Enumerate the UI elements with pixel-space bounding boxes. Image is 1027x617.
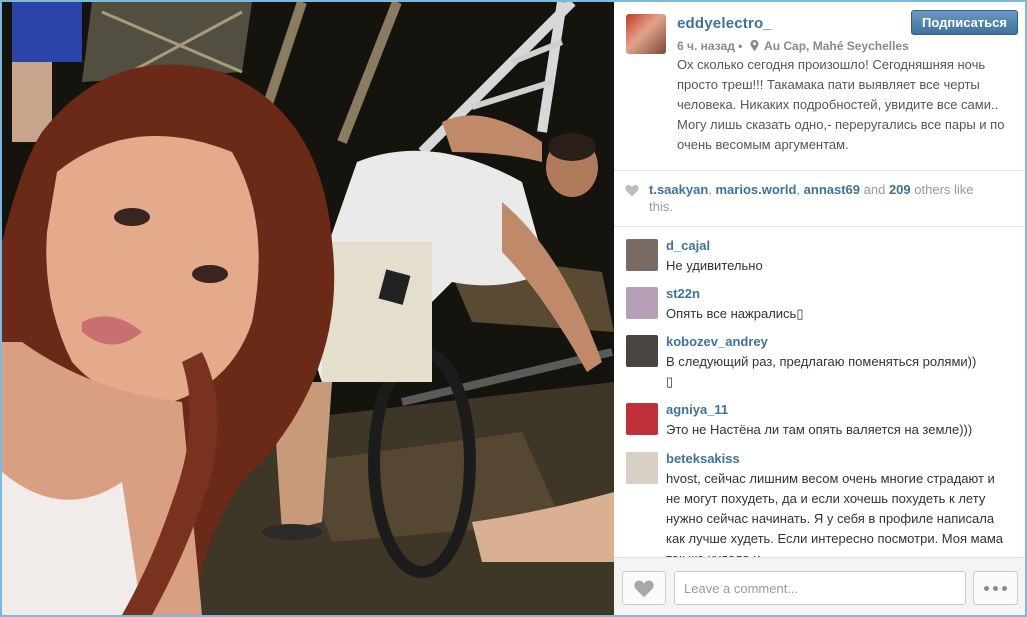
post-meta: 6 ч. назад • Au Cap, Mahé Seychelles	[677, 39, 909, 53]
post-caption: Ох сколько сегодня произошло! Сегодняшня…	[677, 57, 1005, 152]
likes-and: and	[860, 182, 889, 197]
post-header: eddyelectro_ Подписаться 6 ч. назад • Au…	[614, 2, 1025, 171]
post-location[interactable]: Au Cap, Mahé Seychelles	[764, 39, 909, 53]
photo-illustration	[2, 2, 614, 615]
liker-3[interactable]: annast69	[804, 182, 860, 197]
post-window: eddyelectro_ Подписаться 6 ч. назад • Au…	[2, 2, 1025, 615]
location-pin-icon	[750, 40, 759, 51]
comment-input[interactable]	[674, 571, 966, 605]
likes-text: t.saakyan, marios.world, annast69 and 20…	[649, 181, 989, 215]
avatar[interactable]	[626, 403, 658, 435]
avatar[interactable]	[626, 239, 658, 271]
comment-footer	[614, 557, 1025, 615]
heart-icon	[634, 579, 654, 597]
comments-list[interactable]: d_cajal Не удивительно st22n Опять все н…	[614, 227, 1025, 557]
likes-section: t.saakyan, marios.world, annast69 and 20…	[614, 170, 1025, 227]
avatar[interactable]	[626, 335, 658, 367]
liker-2[interactable]: marios.world	[716, 182, 797, 197]
comment-username[interactable]: st22n	[666, 286, 700, 301]
likes-separator: ,	[708, 182, 716, 197]
follow-button[interactable]: Подписаться	[911, 10, 1018, 35]
comment-text: Опять все нажрались▯	[666, 306, 804, 321]
post-photo[interactable]	[2, 2, 614, 615]
ellipsis-icon	[984, 585, 989, 591]
post-details-panel: eddyelectro_ Подписаться 6 ч. назад • Au…	[614, 2, 1025, 615]
heart-icon	[625, 185, 639, 197]
comment-text: Это не Настёна ли там опять валяется на …	[666, 422, 973, 437]
more-options-button[interactable]	[973, 571, 1018, 605]
comment-username[interactable]: kobozev_andrey	[666, 334, 768, 349]
meta-separator: •	[738, 39, 743, 53]
comment-username[interactable]: beteksakiss	[666, 451, 740, 466]
comment-text: Не удивительно	[666, 258, 763, 273]
comment-username[interactable]: d_cajal	[666, 238, 710, 253]
avatar[interactable]	[626, 14, 666, 54]
liker-1[interactable]: t.saakyan	[649, 182, 708, 197]
comment-text: hvost, сейчас лишним весом очень многие …	[666, 471, 1003, 557]
ellipsis-icon	[1002, 585, 1007, 591]
comment-username[interactable]: agniya_11	[666, 402, 728, 417]
ellipsis-icon	[993, 585, 998, 591]
others-count[interactable]: 209	[889, 182, 911, 197]
avatar[interactable]	[626, 287, 658, 319]
like-button[interactable]	[622, 571, 666, 605]
post-username[interactable]: eddyelectro_	[677, 15, 772, 32]
likes-separator: ,	[796, 182, 804, 197]
post-time[interactable]: 6 ч. назад	[677, 39, 735, 53]
comment-text: В следующий раз, предлагаю поменяться ро…	[666, 354, 977, 389]
avatar[interactable]	[626, 452, 658, 484]
